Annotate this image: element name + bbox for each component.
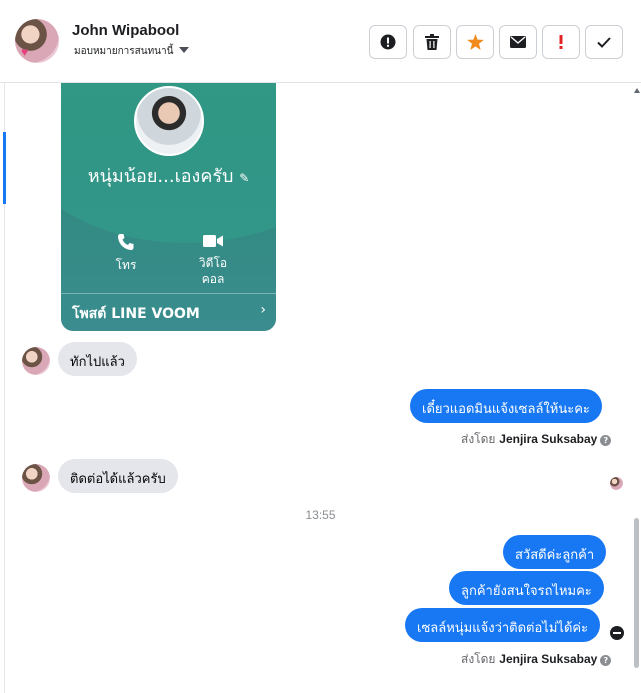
card-profile-photo (134, 86, 204, 156)
outgoing-message[interactable]: เดี๋ยวแอดมินแจ้งเซลล์ให้นะคะ (410, 389, 602, 423)
scroll-up-arrow[interactable] (634, 88, 640, 93)
help-icon[interactable]: ? (600, 435, 612, 446)
mark-unread-button[interactable] (499, 25, 537, 59)
call-action[interactable]: โทร (96, 233, 156, 273)
chevron-right-icon: › (260, 302, 266, 318)
delete-button[interactable] (413, 25, 451, 59)
assign-conversation-dropdown[interactable]: มอบหมายการสนทนานี้ (74, 44, 190, 59)
active-indicator (3, 132, 6, 204)
star-button[interactable] (456, 25, 494, 59)
heart-icon: ♥ (21, 45, 29, 59)
scrollbar-thumb[interactable] (634, 518, 639, 668)
line-profile-card[interactable]: หนุ่มน้อย...เองครับ ✎ โทร วิดีโอ คอล โพส… (61, 83, 276, 331)
outgoing-message[interactable]: สวัสดีค่ะลูกค้า (503, 535, 607, 569)
chevron-down-icon (179, 47, 190, 53)
phone-icon (118, 234, 134, 250)
important-button[interactable] (542, 25, 580, 59)
mail-icon (510, 36, 526, 48)
video-call-action[interactable]: วิดีโอ คอล (183, 233, 243, 287)
line-voom-label: โพสต์ LINE VOOM (72, 306, 200, 322)
divider (4, 0, 5, 693)
seen-indicator-avatar (610, 477, 623, 490)
important-icon (559, 35, 563, 49)
report-icon (380, 34, 396, 50)
sent-by-info: ส่งโดย Jenjira Suksabay? (461, 430, 612, 449)
sent-by-prefix: ส่งโดย (461, 432, 496, 446)
avatar[interactable] (22, 464, 50, 492)
done-button[interactable] (585, 25, 623, 59)
card-profile-name: หนุ่มน้อย...เองครับ ✎ (87, 166, 250, 187)
check-icon (597, 36, 611, 48)
video-label-line1: วิดีโอ (198, 256, 228, 270)
line-voom-link[interactable]: โพสต์ LINE VOOM › (61, 293, 276, 327)
agent-name[interactable]: Jenjira Suksabay (499, 652, 597, 666)
incoming-message[interactable]: ติดต่อได้แล้วครับ (58, 459, 178, 493)
star-icon (466, 34, 484, 50)
help-icon[interactable]: ? (600, 655, 612, 666)
video-label-line2: คอล (201, 272, 225, 286)
video-camera-icon (203, 235, 223, 247)
call-label: โทร (115, 258, 137, 272)
assign-label: มอบหมายการสนทนานี้ (74, 46, 174, 57)
agent-name[interactable]: Jenjira Suksabay (499, 432, 597, 446)
reaction-icon[interactable] (610, 626, 624, 640)
sent-by-info: ส่งโดย Jenjira Suksabay? (461, 650, 612, 669)
conversation-header: ♥ John Wipabool มอบหมายการสนทนานี้ (0, 0, 641, 83)
avatar[interactable] (22, 347, 50, 375)
time-separator: 13:55 (305, 508, 336, 522)
contact-avatar[interactable]: ♥ (15, 19, 59, 63)
incoming-message[interactable]: ทักไปแล้ว (58, 342, 137, 376)
sent-by-prefix: ส่งโดย (461, 652, 496, 666)
chat-window: ♥ John Wipabool มอบหมายการสนทนานี้ หนุ่ม… (0, 0, 641, 693)
contact-name[interactable]: John Wipabool (72, 22, 179, 39)
trash-icon (425, 34, 439, 50)
outgoing-message[interactable]: ลูกค้ายังสนใจรถไหมคะ (449, 571, 604, 605)
outgoing-message[interactable]: เซลล์หนุ่มแจ้งว่าติดต่อไม่ได้ค่ะ (405, 608, 601, 642)
report-button[interactable] (369, 25, 407, 59)
